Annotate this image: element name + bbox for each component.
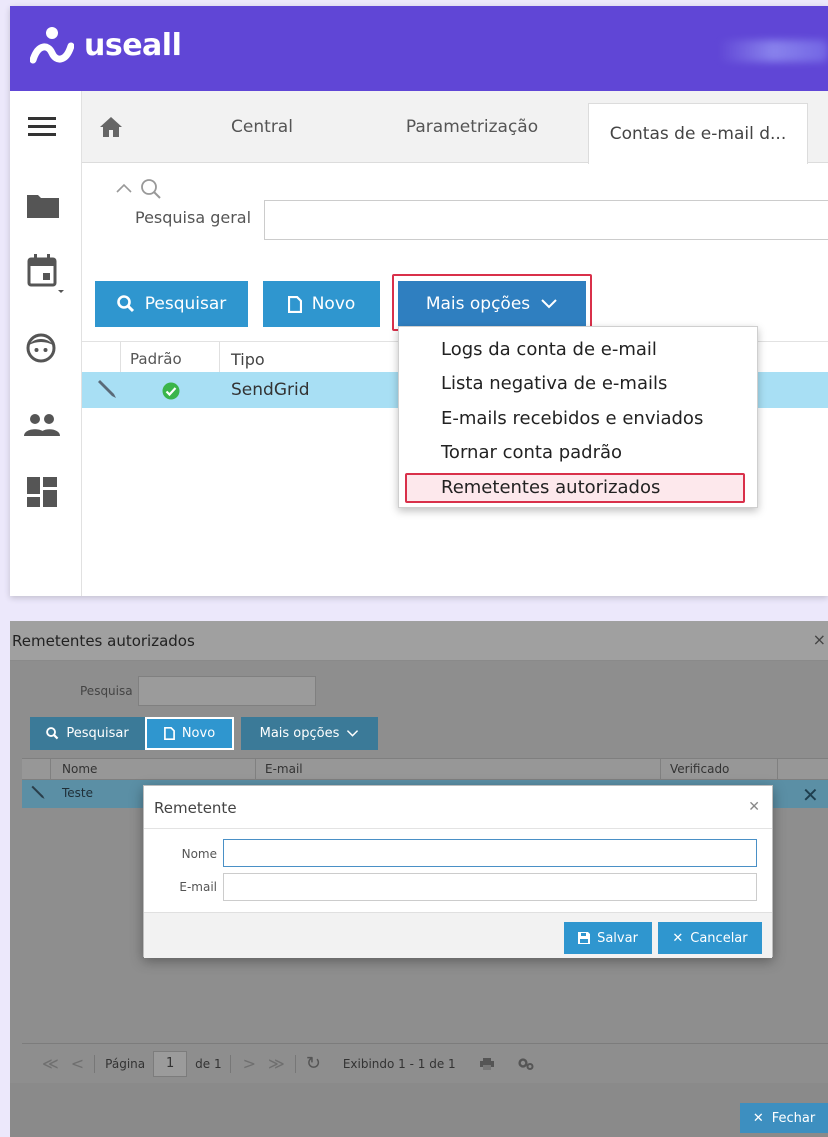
tab-contas-email[interactable]: Contas de e-mail d... <box>588 103 808 164</box>
mais-opcoes-dropdown-menu: Logs da conta de e-mail Lista negativa d… <box>398 326 758 508</box>
tab-bar: Central Parametrização Contas de e-mail … <box>82 91 828 164</box>
print-icon[interactable] <box>479 1057 494 1070</box>
pesquisar-button[interactable]: Pesquisar <box>95 281 248 327</box>
useall-logo-icon <box>30 27 74 64</box>
search-label: Pesquisa geral <box>135 208 252 227</box>
chevron-down-icon <box>347 730 359 737</box>
window-title: Remetentes autorizados <box>12 632 195 650</box>
brand-name: useall <box>84 28 182 63</box>
pesquisa-input[interactable] <box>138 676 316 706</box>
menu-item-emails-recebidos[interactable]: E-mails recebidos e enviados <box>441 408 703 429</box>
search-icon <box>116 295 134 313</box>
menu-item-lista-negativa[interactable]: Lista negativa de e-mails <box>441 373 667 394</box>
column-tipo: Tipo <box>231 350 265 369</box>
modal-header: Remetente ✕ <box>144 786 772 829</box>
modal-close-icon[interactable]: ✕ <box>748 799 760 815</box>
page-of-label: de 1 <box>195 1056 222 1071</box>
refresh-icon[interactable]: ↻ <box>306 1053 321 1074</box>
window-close-icon[interactable]: × <box>813 630 826 649</box>
mais-opcoes-highlight-frame <box>392 274 592 331</box>
cancel-icon: ✕ <box>672 930 684 946</box>
pagination-bar: ≪ < Página 1 de 1 > ≫ ↻ Exibindo 1 - 1 d… <box>22 1043 828 1083</box>
app-header: useall <box>10 6 828 91</box>
pesquisar-label: Pesquisar <box>144 294 227 314</box>
cell-tipo: SendGrid <box>231 380 310 400</box>
sub-grid-header: Nome E-mail Verificado <box>22 758 828 781</box>
menu-item-tornar-padrao[interactable]: Tornar conta padrão <box>441 442 622 463</box>
display-info: Exibindo 1 - 1 de 1 <box>342 1056 456 1071</box>
email-label: E-mail <box>179 880 217 894</box>
sidebar <box>10 91 82 596</box>
tab-central[interactable]: Central <box>202 91 322 163</box>
modal-title: Remetente <box>154 799 237 817</box>
sub-novo-button[interactable]: Novo <box>145 717 234 750</box>
next-page-icon[interactable]: > <box>243 1054 256 1073</box>
last-page-icon[interactable]: ≫ <box>268 1054 285 1073</box>
column-email: E-mail <box>265 762 303 776</box>
remetente-modal: Remetente ✕ Nome E-mail Salvar ✕ Cancela… <box>143 785 773 958</box>
search-icon <box>46 727 59 740</box>
page-input[interactable]: 1 <box>153 1050 188 1077</box>
window-footer: ✕ Fechar <box>10 1083 828 1137</box>
tab-parametrizacao[interactable]: Parametrização <box>387 91 557 163</box>
cancelar-button[interactable]: ✕ Cancelar <box>658 922 762 954</box>
novo-button[interactable]: Novo <box>263 281 380 327</box>
cell-nome: Teste <box>62 786 94 800</box>
delete-row-icon[interactable]: ✕ <box>802 783 819 807</box>
page-label: Página <box>105 1056 146 1071</box>
edit-pencil-icon[interactable] <box>30 785 46 801</box>
blurred-user-info <box>718 40 828 62</box>
salvar-button[interactable]: Salvar <box>564 922 652 954</box>
collapse-search-icon[interactable] <box>115 178 167 202</box>
sub-pesquisar-button[interactable]: Pesquisar <box>30 717 145 750</box>
search-input[interactable] <box>264 200 828 240</box>
home-icon[interactable] <box>100 117 122 137</box>
face-icon[interactable] <box>26 333 56 363</box>
check-circle-icon <box>162 382 180 400</box>
calendar-icon[interactable] <box>27 254 65 294</box>
fechar-button[interactable]: ✕ Fechar <box>740 1103 828 1133</box>
menu-item-logs[interactable]: Logs da conta de e-mail <box>441 339 657 360</box>
window-titlebar: Remetentes autorizados × <box>10 621 828 661</box>
search-area: Pesquisa geral <box>82 163 828 273</box>
new-document-icon <box>287 295 302 313</box>
settings-gears-icon[interactable] <box>518 1057 534 1070</box>
close-icon: ✕ <box>752 1110 764 1126</box>
sub-mais-opcoes-button[interactable]: Mais opções <box>241 717 378 750</box>
edit-pencil-icon[interactable] <box>96 380 118 400</box>
nome-label: Nome <box>181 847 217 861</box>
novo-label: Novo <box>311 294 356 314</box>
pesquisa-label: Pesquisa <box>80 684 133 698</box>
column-verificado: Verificado <box>670 762 730 776</box>
save-icon <box>578 932 591 944</box>
modal-footer: Salvar ✕ Cancelar <box>144 912 772 958</box>
fechar-label: Fechar <box>771 1110 816 1126</box>
sub-mais-opcoes-label: Mais opções <box>259 726 340 741</box>
first-page-icon[interactable]: ≪ <box>42 1054 59 1073</box>
hamburger-menu-icon[interactable] <box>28 116 56 138</box>
folder-icon[interactable] <box>27 192 59 218</box>
sub-novo-label: Novo <box>181 726 216 741</box>
main-app-panel: useall Central Parametrização Contas de … <box>10 6 828 596</box>
new-document-icon <box>163 727 175 740</box>
dashboard-icon[interactable] <box>27 477 57 507</box>
email-input[interactable] <box>223 873 757 901</box>
cancelar-label: Cancelar <box>690 930 748 946</box>
nome-input[interactable] <box>223 839 757 867</box>
column-nome: Nome <box>62 762 98 776</box>
salvar-label: Salvar <box>597 930 638 946</box>
prev-page-icon[interactable]: < <box>71 1054 84 1073</box>
sub-pesquisar-label: Pesquisar <box>66 726 129 741</box>
menu-item-remetentes-autorizados[interactable]: Remetentes autorizados <box>441 477 660 498</box>
column-padrao: Padrão <box>130 350 182 368</box>
people-icon[interactable] <box>24 413 60 437</box>
